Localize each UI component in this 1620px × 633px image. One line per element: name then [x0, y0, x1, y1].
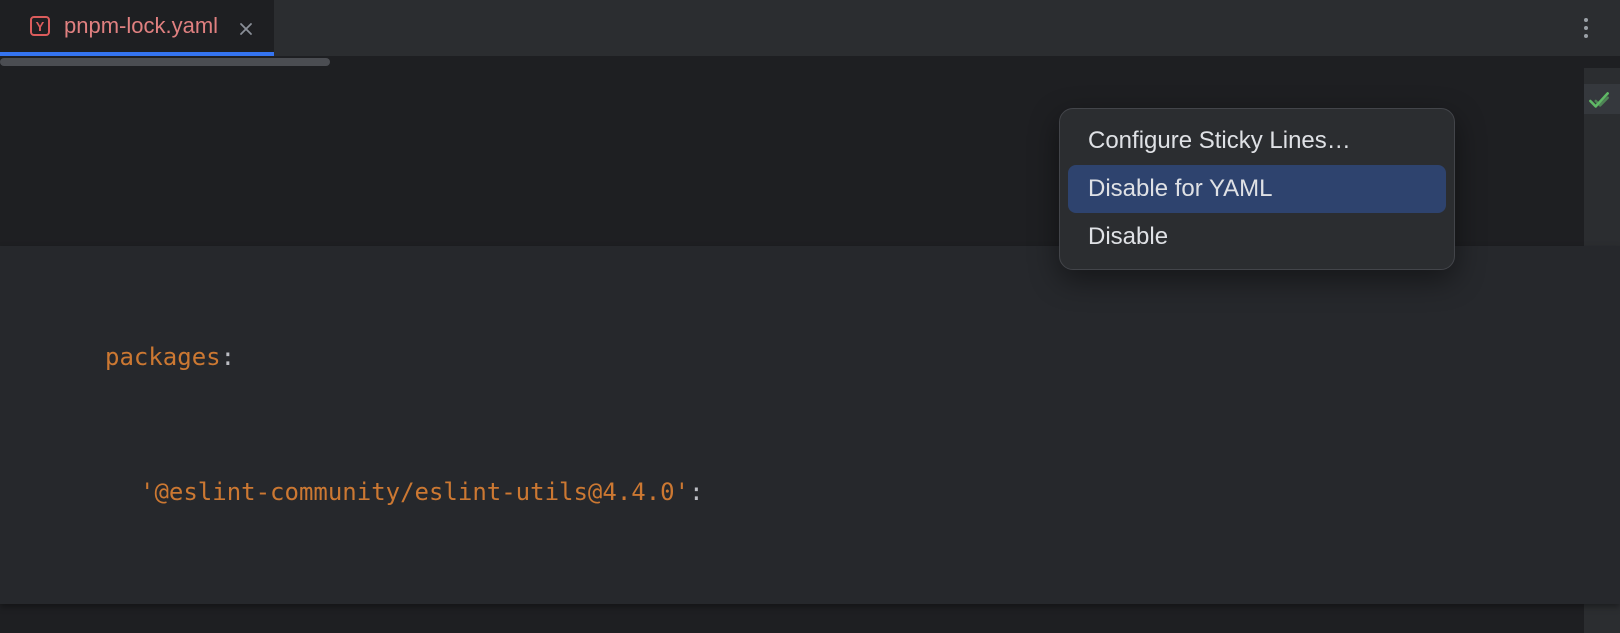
- yaml-colon: :: [689, 470, 703, 514]
- tab-bar: Y pnpm-lock.yaml: [0, 0, 1620, 56]
- menu-disable-for-yaml[interactable]: Disable for YAML: [1068, 165, 1446, 213]
- yaml-file-icon: Y: [30, 16, 50, 36]
- sticky-line-1[interactable]: packages:: [0, 334, 1620, 380]
- menu-disable[interactable]: Disable: [1068, 213, 1446, 261]
- file-tab[interactable]: Y pnpm-lock.yaml: [0, 0, 274, 56]
- horizontal-scroll-indicator[interactable]: [0, 56, 1620, 68]
- sticky-line-2[interactable]: '@eslint-community/eslint-utils@4.4.0':: [0, 469, 1620, 515]
- more-options-icon[interactable]: [1574, 16, 1598, 40]
- sticky-lines-context-menu: Configure Sticky Lines… Disable for YAML…: [1059, 108, 1455, 270]
- yaml-colon: :: [221, 335, 235, 379]
- yaml-key: packages: [105, 335, 221, 379]
- sticky-scroll-region[interactable]: packages: '@eslint-community/eslint-util…: [0, 246, 1620, 604]
- close-tab-icon[interactable]: [238, 17, 256, 35]
- tab-filename: pnpm-lock.yaml: [64, 13, 218, 39]
- validation-checkmark-icon[interactable]: [1586, 88, 1612, 120]
- yaml-key: '@eslint-community/eslint-utils@4.4.0': [140, 470, 689, 514]
- menu-configure-sticky-lines[interactable]: Configure Sticky Lines…: [1068, 117, 1446, 165]
